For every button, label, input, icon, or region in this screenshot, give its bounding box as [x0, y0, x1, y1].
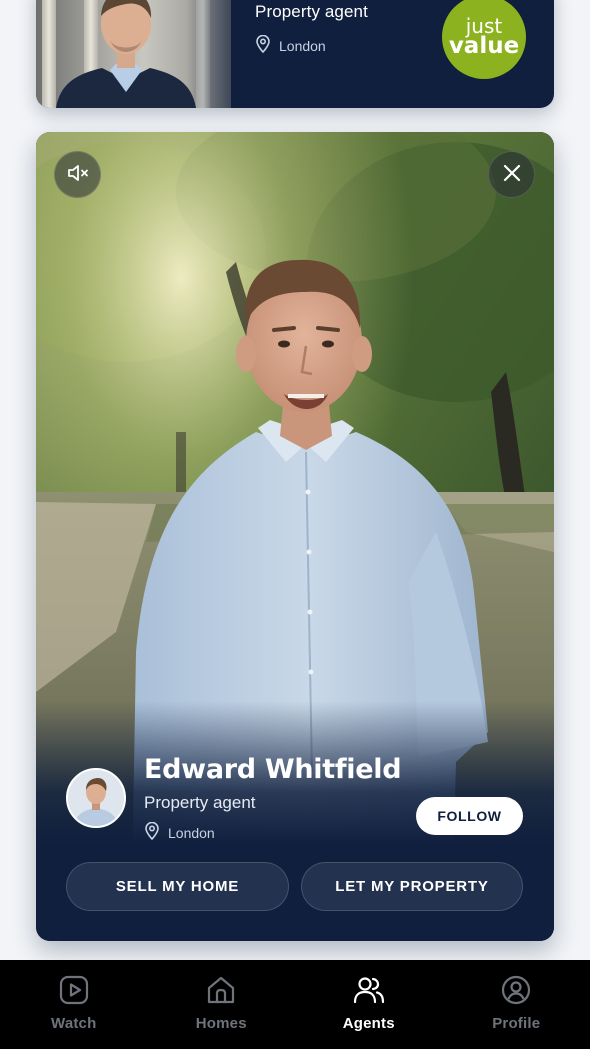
nav-item-profile[interactable]: Profile	[443, 960, 590, 1049]
previous-agent-title: Property agent	[255, 2, 368, 21]
close-button[interactable]	[488, 151, 535, 198]
let-my-property-button[interactable]: LET MY PROPERTY	[301, 862, 523, 911]
play-square-icon	[58, 974, 90, 1011]
users-icon	[353, 974, 385, 1011]
bottom-nav: Watch Homes Agents Profile	[0, 960, 590, 1049]
previous-agent-location-text: London	[279, 37, 326, 54]
nav-label-agents: Agents	[342, 1015, 395, 1032]
volume-mute-icon	[66, 161, 90, 188]
nav-item-homes[interactable]: Homes	[148, 960, 296, 1049]
agency-logo-line2: value	[448, 32, 520, 59]
previous-agent-card[interactable]: Property agent London just value	[36, 0, 554, 108]
nav-label-watch: Watch	[51, 1015, 97, 1032]
previous-agent-location: London	[255, 34, 326, 56]
nav-label-profile: Profile	[492, 1015, 541, 1032]
agent-location-text: London	[168, 824, 215, 841]
nav-label-homes: Homes	[195, 1015, 247, 1032]
agent-location: London	[144, 821, 215, 843]
avatar[interactable]	[66, 768, 126, 828]
agent-name: Edward Whitfield	[144, 754, 402, 785]
sell-my-home-button[interactable]: SELL MY HOME	[66, 862, 289, 911]
mute-button[interactable]	[54, 151, 101, 198]
follow-button[interactable]: FOLLOW	[416, 797, 523, 835]
user-circle-icon	[500, 974, 532, 1011]
nav-item-agents[interactable]: Agents	[295, 960, 443, 1049]
location-pin-icon	[144, 821, 160, 843]
close-icon	[503, 164, 521, 185]
nav-item-watch[interactable]: Watch	[0, 960, 148, 1049]
agency-logo: just value	[442, 0, 526, 79]
agent-video-card[interactable]: Edward Whitfield Property agent London F…	[36, 132, 554, 941]
location-pin-icon	[255, 34, 271, 56]
agent-title: Property agent	[144, 793, 256, 812]
home-icon	[205, 974, 237, 1011]
